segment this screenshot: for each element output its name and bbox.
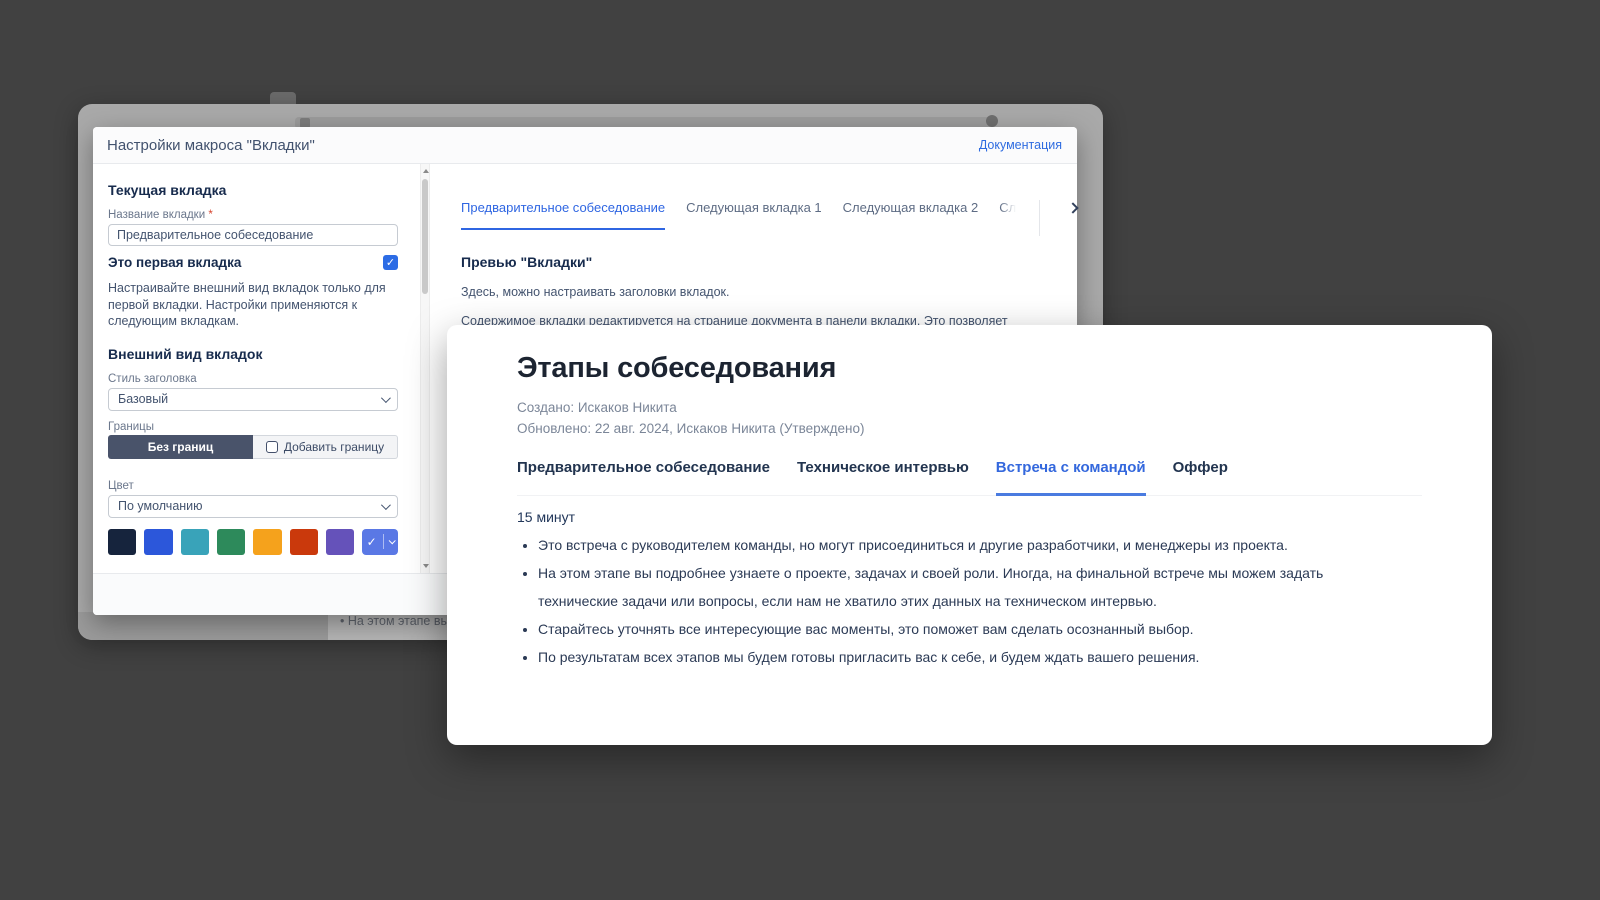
- header-style-value: Базовый: [118, 392, 168, 406]
- card-tab-team-meeting[interactable]: Встреча с командой: [996, 459, 1146, 496]
- list-item: По результатам всех этапов мы будем гото…: [538, 643, 1332, 671]
- split-divider: [383, 534, 384, 549]
- color-swatch-row: ✓: [108, 529, 398, 555]
- preview-tab-bar: Предварительное собеседование Следующая …: [461, 200, 1077, 236]
- add-border-checkbox[interactable]: [266, 441, 278, 453]
- preview-tab-3[interactable]: Следующая вкладка 2: [843, 200, 979, 228]
- interview-stages-card: Этапы собеседования Создано: Искаков Ник…: [447, 325, 1492, 745]
- borders-toggle: Без границ Добавить границу: [108, 435, 398, 459]
- tab-name-input[interactable]: Предварительное собеседование: [108, 224, 398, 246]
- add-border-label: Добавить границу: [284, 440, 384, 454]
- dimmed-page-margin: [78, 612, 328, 640]
- dimmed-avatar-icon: [986, 115, 998, 127]
- borders-label: Границы: [108, 421, 398, 433]
- card-tab-technical[interactable]: Техническое интервью: [797, 459, 969, 495]
- color-swatch-orange[interactable]: [253, 529, 281, 555]
- chevron-down-icon: [388, 537, 395, 544]
- created-line: Создано: Искаков Никита: [517, 397, 1422, 418]
- page-meta: Создано: Искаков Никита Обновлено: 22 ав…: [517, 397, 1422, 439]
- color-swatch-red[interactable]: [290, 529, 318, 555]
- appearance-section-title: Внешний вид вкладок: [108, 346, 398, 362]
- preview-tab-4[interactable]: Следующ: [999, 200, 1015, 228]
- tabs-scroll-right-button[interactable]: [1069, 204, 1077, 212]
- no-border-segment[interactable]: Без границ: [108, 435, 253, 459]
- first-tab-checkbox[interactable]: ✓: [383, 255, 398, 270]
- color-label: Цвет: [108, 480, 398, 492]
- add-border-segment[interactable]: Добавить границу: [253, 435, 398, 459]
- settings-scrollbar[interactable]: [420, 164, 430, 573]
- first-tab-label: Это первая вкладка: [108, 255, 241, 270]
- color-swatch-blue[interactable]: [144, 529, 172, 555]
- chevron-down-icon: [381, 393, 391, 403]
- updated-line: Обновлено: 22 авг. 2024, Искаков Никита …: [517, 418, 1422, 439]
- check-icon: ✓: [367, 535, 377, 549]
- first-tab-hint: Настраивайте внешний вид вкладок только …: [108, 280, 398, 330]
- preview-tab-1[interactable]: Предварительное собеседование: [461, 200, 665, 230]
- color-select-value: По умолчанию: [118, 499, 203, 513]
- settings-panel: Текущая вкладка Название вкладки * Предв…: [93, 164, 430, 573]
- color-select[interactable]: По умолчанию: [108, 495, 398, 518]
- preview-tab-2[interactable]: Следующая вкладка 1: [686, 200, 822, 228]
- dialog-header: Настройки макроса "Вкладки" Документация: [93, 127, 1077, 164]
- header-style-label: Стиль заголовка: [108, 373, 398, 385]
- card-tab-preliminary[interactable]: Предварительное собеседование: [517, 459, 770, 495]
- truncation-fade: [1000, 200, 1016, 228]
- scrollbar-thumb[interactable]: [422, 179, 428, 294]
- list-item: Это встреча с руководителем команды, но …: [538, 531, 1332, 559]
- card-tab-bar: Предварительное собеседование Техническо…: [517, 459, 1422, 496]
- documentation-link[interactable]: Документация: [979, 138, 1062, 152]
- chevron-down-icon: [381, 500, 391, 510]
- apply-color-split-button[interactable]: ✓: [362, 529, 398, 555]
- required-asterisk: *: [208, 209, 212, 221]
- list-item: На этом этапе вы подробнее узнаете о про…: [538, 559, 1332, 615]
- color-swatch-purple[interactable]: [326, 529, 354, 555]
- current-tab-section-title: Текущая вкладка: [108, 182, 398, 198]
- card-tab-offer[interactable]: Оффер: [1173, 459, 1228, 495]
- color-swatch-teal[interactable]: [181, 529, 209, 555]
- preview-paragraph-1: Здесь, можно настраивать заголовки вклад…: [461, 285, 1061, 299]
- tab-name-label: Название вкладки *: [108, 209, 398, 221]
- scroll-up-arrow-icon[interactable]: [423, 169, 429, 173]
- check-icon: ✓: [386, 256, 395, 269]
- list-item: Старайтесь уточнять все интересующие вас…: [538, 615, 1332, 643]
- color-swatch-green[interactable]: [217, 529, 245, 555]
- page-title: Этапы собеседования: [517, 352, 1422, 385]
- header-style-select[interactable]: Базовый: [108, 388, 398, 411]
- scroll-down-arrow-icon[interactable]: [423, 564, 429, 568]
- bullet-list: Это встреча с руководителем команды, но …: [517, 531, 1332, 671]
- color-swatch-navy[interactable]: [108, 529, 136, 555]
- duration-text: 15 минут: [517, 509, 1422, 525]
- chevron-right-icon: [1067, 202, 1078, 213]
- preview-heading: Превью "Вкладки": [461, 254, 1077, 270]
- dialog-title: Настройки макроса "Вкладки": [107, 137, 315, 154]
